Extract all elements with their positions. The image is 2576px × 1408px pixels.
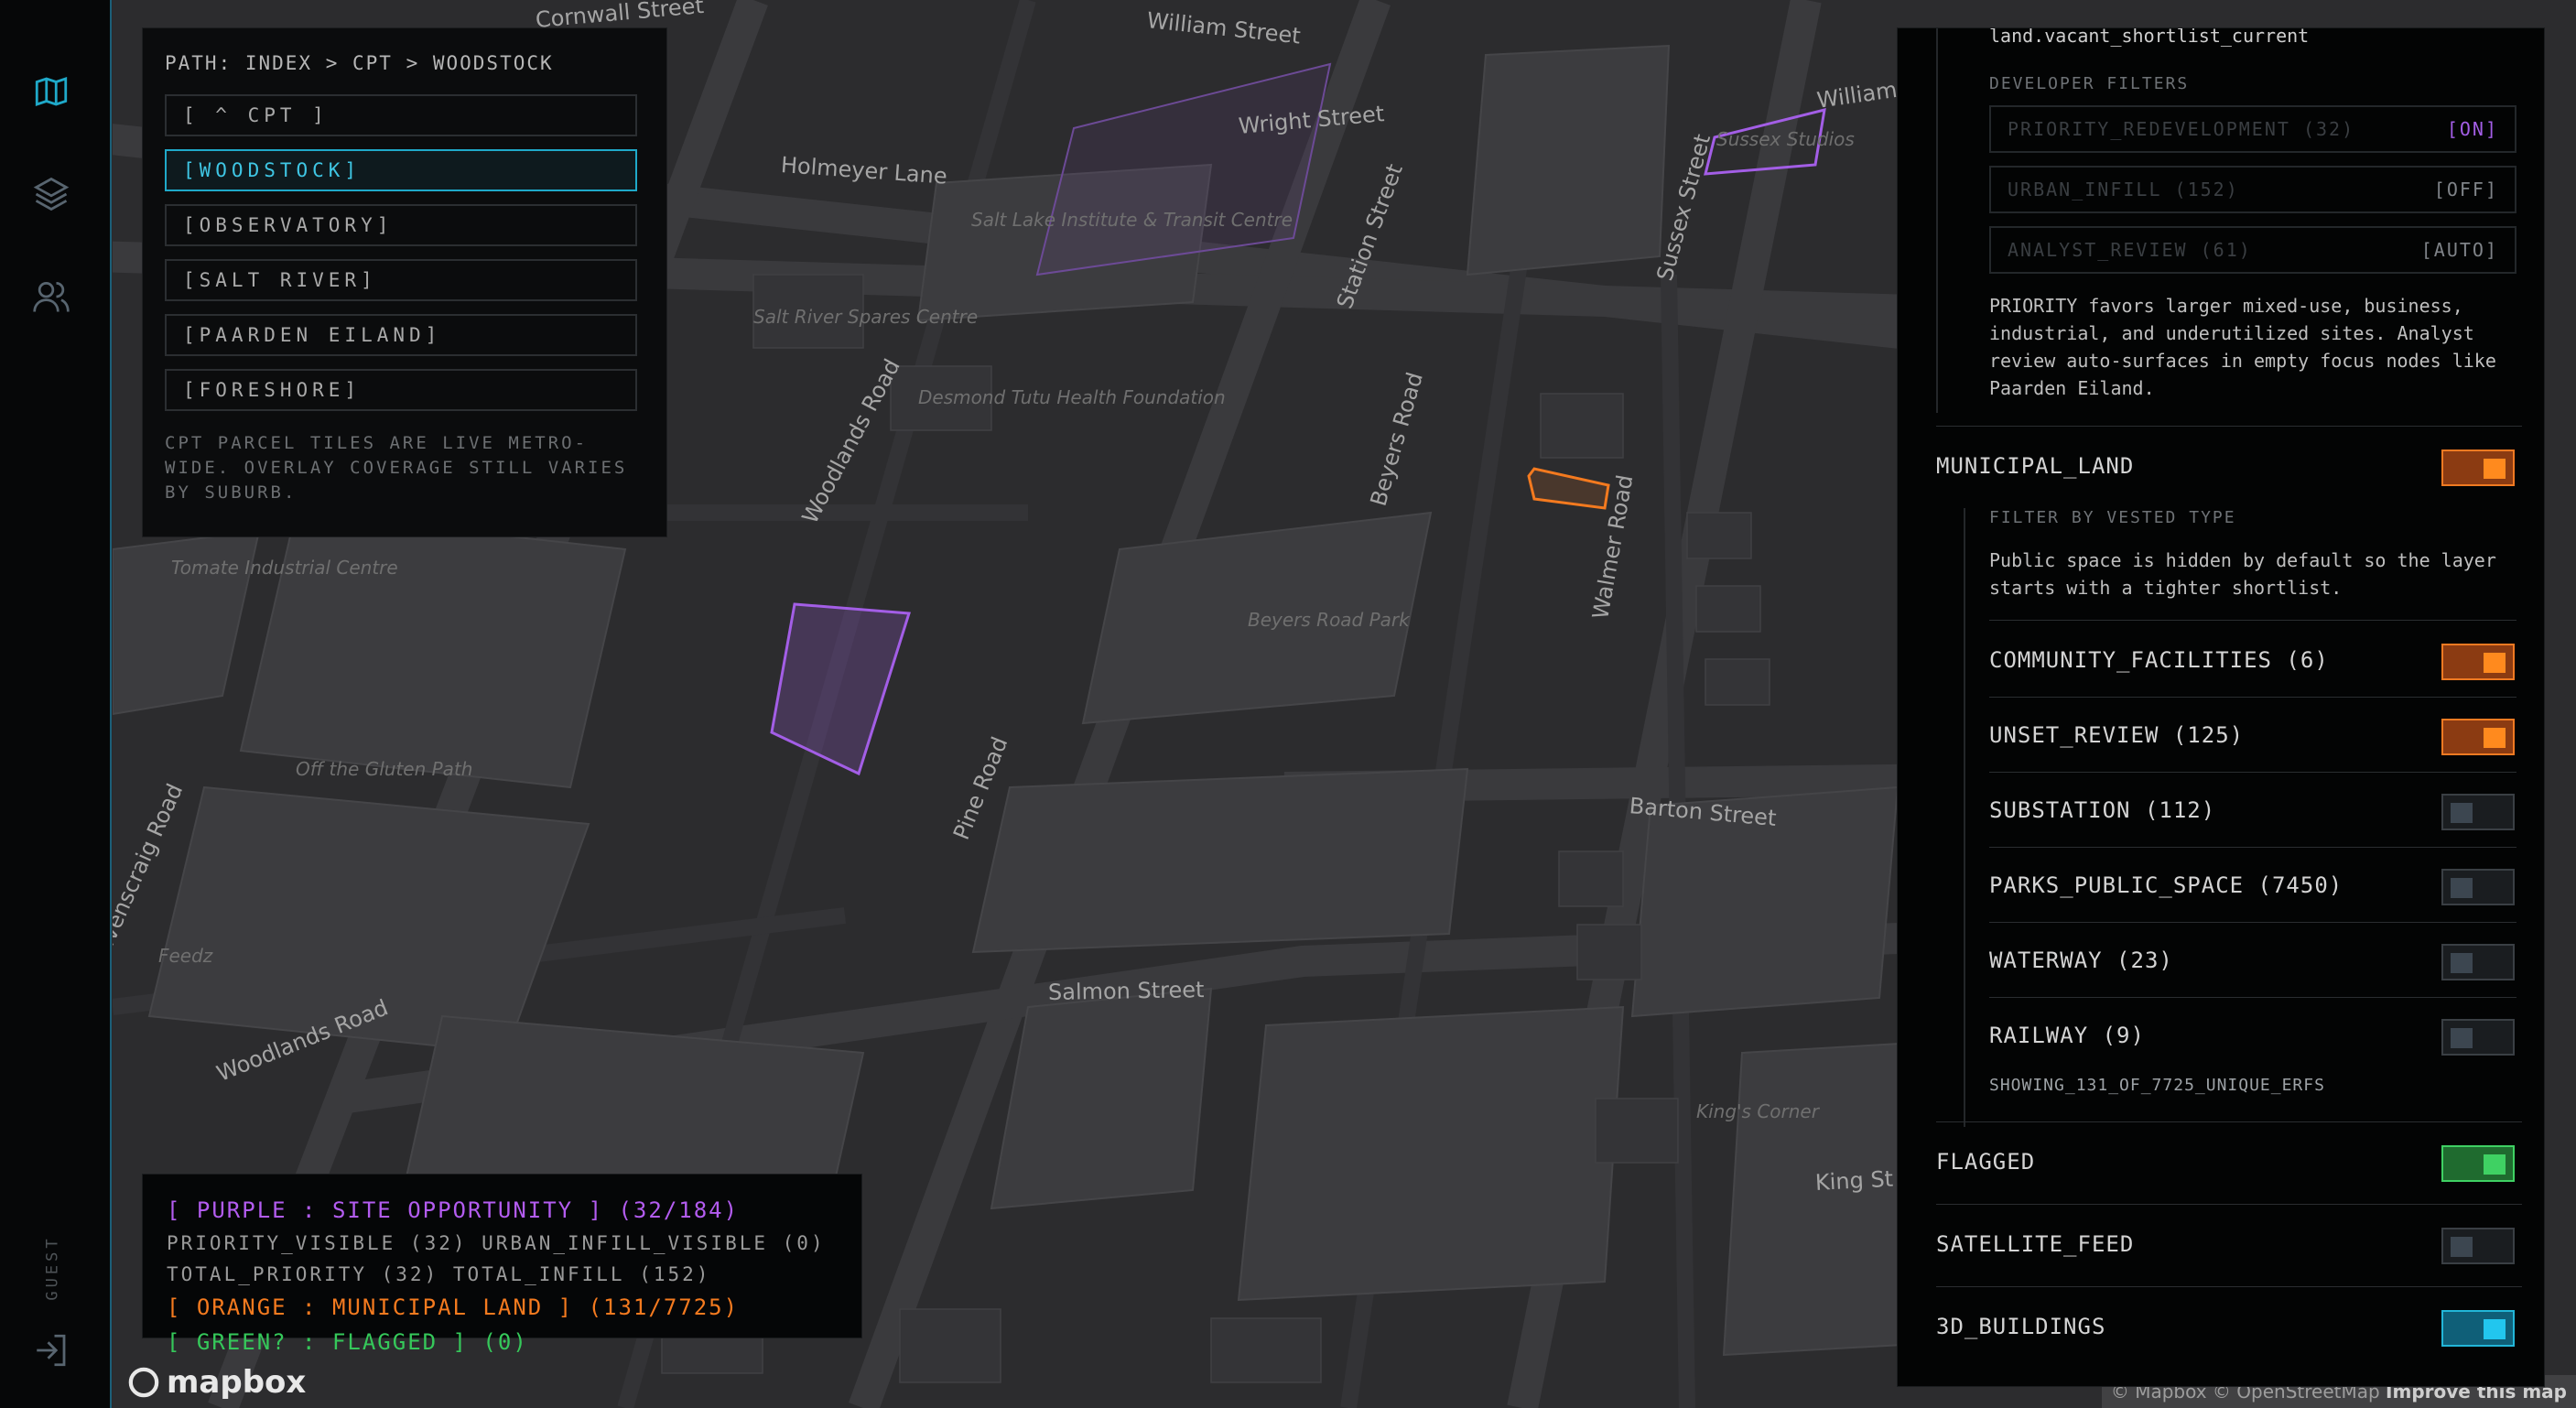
vested-parks-public-space-label: PARKS_PUBLIC_SPACE (7450) (1989, 872, 2343, 898)
map-legend: [ PURPLE : SITE OPPORTUNITY ] (32/184) P… (142, 1174, 862, 1355)
layer-satellite-feed-label: SATELLITE_FEED (1936, 1231, 2135, 1257)
legend-municipal-land: [ ORANGE : MUNICIPAL LAND ] (131/7725) (167, 1294, 740, 1320)
legend-flagged: [ GREEN? : FLAGGED ] (0) (167, 1329, 528, 1355)
poi-label: Sussex Studios (1716, 128, 1855, 150)
filter-priority-redevelopment[interactable]: PRIORITY_REDEVELOPMENT (32) [ON] (1989, 105, 2516, 153)
vested-railway-toggle[interactable] (2441, 1019, 2515, 1056)
nav-button-foreshore[interactable]: [FORESHORE] (165, 369, 637, 411)
vested-community-facilities-toggle[interactable] (2441, 644, 2515, 680)
vested-substation-label: SUBSTATION (112) (1989, 797, 2216, 823)
layers-panel: land.vacant_shortlist_current DEVELOPER … (1897, 27, 2545, 1387)
subsection-indent-line (1964, 508, 1965, 1127)
vested-parks-public-space-toggle[interactable] (2441, 869, 2515, 905)
nav-button-paarden-eiland[interactable]: [PAARDEN EILAND] (165, 314, 637, 356)
legend-site-opportunity: [ PURPLE : SITE OPPORTUNITY ] (32/184) (167, 1197, 740, 1223)
section-indent-line (1936, 28, 1938, 413)
location-nav-panel: PATH: INDEX > CPT > WOODSTOCK [ ^ CPT ] … (142, 27, 667, 537)
vested-community-facilities-label: COMMUNITY_FACILITIES (6) (1989, 647, 2329, 673)
logout-icon[interactable] (29, 1328, 73, 1372)
map-icon[interactable] (29, 70, 73, 114)
poi-label: Salt Lake Institute & Transit Centre (971, 209, 1293, 231)
vested-waterway-toggle[interactable] (2441, 944, 2515, 980)
layer-3d-buildings-label: 3D_BUILDINGS (1936, 1314, 2106, 1339)
layer-flagged-toggle[interactable] (2441, 1145, 2515, 1182)
vested-waterway-label: WATERWAY (23) (1989, 948, 2173, 973)
mapbox-logo-icon (128, 1367, 159, 1398)
divider (1989, 620, 2516, 621)
municipal-land-label: MUNICIPAL_LAND (1936, 453, 2135, 479)
mapbox-logo[interactable]: mapbox (128, 1364, 306, 1401)
vested-substation-toggle[interactable] (2441, 794, 2515, 830)
poi-label: Off the Gluten Path (296, 758, 473, 780)
vested-unset-review-toggle[interactable] (2441, 719, 2515, 755)
nav-button-cpt[interactable]: [ ^ CPT ] (165, 94, 637, 136)
street-label: Salmon Street (1047, 977, 1205, 1005)
divider (1936, 1121, 2522, 1122)
nav-button-observatory[interactable]: [OBSERVATORY] (165, 204, 637, 246)
priority-description: PRIORITY favors larger mixed-use, busine… (1989, 295, 2496, 399)
filter-urban-infill[interactable]: URBAN_INFILL (152) [OFF] (1989, 166, 2516, 213)
layer-3d-buildings-toggle[interactable] (2441, 1310, 2515, 1347)
public-space-description: Public space is hidden by default so the… (1989, 549, 2496, 599)
layer-satellite-feed-toggle[interactable] (2441, 1228, 2515, 1264)
filter-analyst-review[interactable]: ANALYST_REVIEW (61) [AUTO] (1989, 226, 2516, 274)
users-icon[interactable] (29, 275, 73, 319)
developer-filters-title: DEVELOPER FILTERS (1989, 74, 2190, 93)
poi-label: Feedz (158, 945, 213, 967)
guest-label: GUEST (44, 1235, 62, 1301)
divider (1989, 697, 2516, 698)
divider (1989, 772, 2516, 773)
park-label: Beyers Road Park (1248, 609, 1410, 631)
divider (1936, 426, 2522, 427)
divider (1989, 922, 2516, 923)
municipal-land-toggle[interactable] (2441, 449, 2515, 486)
dataset-name: land.vacant_shortlist_current (1989, 27, 2310, 47)
nav-button-salt-river[interactable]: [SALT RIVER] (165, 259, 637, 301)
poi-label: King's Corner (1696, 1100, 1819, 1122)
legend-total-line: TOTAL_PRIORITY (32) TOTAL_INFILL (152) (167, 1263, 711, 1285)
poi-label: Tomate Industrial Centre (171, 557, 398, 579)
showing-count: SHOWING_131_OF_7725_UNIQUE_ERFS (1989, 1076, 2325, 1095)
divider (1989, 997, 2516, 998)
breadcrumb: PATH: INDEX > CPT > WOODSTOCK (165, 52, 554, 74)
poi-label: Desmond Tutu Health Foundation (918, 386, 1226, 408)
left-rail: GUEST (0, 0, 112, 1408)
divider (1989, 847, 2516, 848)
nav-button-woodstock[interactable]: [WOODSTOCK] (165, 149, 637, 191)
filter-by-vested-title: FILTER BY VESTED TYPE (1989, 508, 2236, 527)
vested-railway-label: RAILWAY (9) (1989, 1023, 2145, 1048)
layer-flagged-label: FLAGGED (1936, 1149, 2036, 1175)
street-label: King St (1814, 1165, 1894, 1196)
poi-label: Salt River Spares Centre (753, 306, 979, 328)
legend-priority-line: PRIORITY_VISIBLE (32) URBAN_INFILL_VISIB… (167, 1232, 826, 1254)
divider (1936, 1204, 2522, 1205)
vested-unset-review-label: UNSET_REVIEW (125) (1989, 722, 2245, 748)
coverage-note: CPT PARCEL TILES ARE LIVE METRO-WIDE. OV… (165, 433, 628, 503)
divider (1936, 1286, 2522, 1287)
layers-icon[interactable] (29, 172, 73, 216)
